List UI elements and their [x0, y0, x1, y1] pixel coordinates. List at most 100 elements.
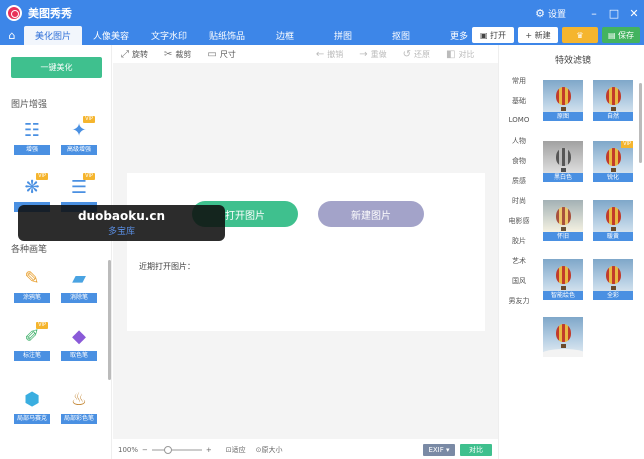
category-lomo[interactable]: LOMO: [508, 116, 530, 124]
original-size-button[interactable]: ⊙原大小: [256, 445, 283, 455]
color-picker-icon: ◆: [72, 325, 86, 347]
compare-button[interactable]: 对比: [460, 444, 492, 456]
home-icon[interactable]: ⌂: [0, 26, 24, 45]
zoom-out-button[interactable]: −: [142, 446, 148, 454]
vip-badge: VIP: [621, 141, 633, 148]
crop-icon: ✂: [164, 48, 173, 60]
section-image-enhance: 图片增强: [11, 100, 48, 110]
save-button[interactable]: ▤ 保存: [602, 27, 640, 43]
category-food[interactable]: 食物: [508, 156, 530, 166]
tool-marker-pen[interactable]: ✐ VIP 标注笔: [14, 321, 50, 361]
category-national-style[interactable]: 国风: [508, 276, 530, 286]
sliders-icon: ☷: [23, 119, 41, 141]
rotate-button[interactable]: ⤢ 旋转: [121, 49, 148, 60]
left-scrollbar[interactable]: [108, 260, 111, 380]
filter-thumb[interactable]: 黑白色: [543, 141, 583, 189]
filter-thumb[interactable]: 怀旧: [543, 200, 583, 248]
new-image-button[interactable]: 新建图片: [318, 201, 424, 227]
image-icon: ▣: [479, 30, 491, 40]
nav-bar: ⌂ 美化图片 人像美容 文字水印 贴纸饰品 边框 拼图 抠图 更多 ▣ 打开 +…: [0, 26, 644, 45]
close-button[interactable]: ✕: [624, 7, 644, 20]
tab-cutout[interactable]: 抠图: [372, 26, 430, 45]
tab-portrait[interactable]: 人像美容: [82, 26, 140, 45]
zoom-in-button[interactable]: +: [206, 446, 212, 454]
tool-enhance[interactable]: ☷ 增强: [14, 115, 50, 155]
tab-text-watermark[interactable]: 文字水印: [140, 26, 198, 45]
compare-icon: ◧: [446, 48, 456, 60]
magic-wand-icon: ✦ VIP: [71, 116, 95, 141]
zoom-knob[interactable]: [163, 446, 172, 454]
filter-panel-title: 特效滤镜: [555, 56, 592, 66]
zoom-level: 100%: [118, 446, 139, 454]
mosaic-icon: ⬢: [24, 388, 40, 410]
recent-images-label: 近期打开图片：: [139, 262, 195, 271]
compare-toolbar-button[interactable]: ◧ 对比: [446, 49, 474, 60]
filter-preview-image: [543, 317, 583, 357]
left-panel: 一键美化 图片增强 ☷ 增强 ✦ VIP 高级增强 ❋ VIP ☰ VIP 各种画笔 …: [0, 45, 112, 459]
minimize-button[interactable]: –: [584, 7, 604, 20]
watermark-line2: 多宝库: [107, 227, 135, 237]
crown-icon: ♛: [576, 30, 584, 40]
tab-frames[interactable]: 边框: [256, 26, 314, 45]
tab-stickers[interactable]: 贴纸饰品: [198, 26, 256, 45]
filter-thumb[interactable]: 全彩: [593, 259, 633, 307]
gear-icon: ⚙: [535, 6, 545, 20]
category-people[interactable]: 人物: [508, 136, 530, 146]
tool-local-color-pen[interactable]: ♨ 局部彩色笔: [61, 384, 97, 424]
tool-advanced-enhance[interactable]: ✦ VIP 高级增强: [61, 115, 97, 155]
status-bar: 100% − + ⊡适应 ⊙原大小 EXIF ▾ 对比: [113, 441, 498, 459]
new-button[interactable]: + 新建: [518, 27, 558, 43]
filter-thumb[interactable]: 暖黄: [593, 200, 633, 248]
rotate-icon: ⤢: [121, 48, 129, 60]
reset-icon: ↺: [402, 48, 412, 60]
filter-thumb[interactable]: 自然: [593, 80, 633, 128]
category-common[interactable]: 常用: [508, 76, 530, 86]
tool-doodle-pen[interactable]: ✎ 涂鸦笔: [14, 263, 50, 303]
exif-button[interactable]: EXIF ▾: [423, 444, 455, 456]
settings-label: 设置: [547, 9, 566, 20]
category-film[interactable]: 胶片: [508, 236, 530, 246]
fit-button[interactable]: ⊡适应: [226, 445, 246, 455]
undo-button[interactable]: ← 撤销: [316, 49, 343, 60]
tool-local-mosaic[interactable]: ⬢ 局部马赛克: [14, 384, 50, 424]
watermark-overlay: duobaoku.cn 多宝库: [18, 205, 225, 241]
app-title: 美图秀秀: [28, 7, 72, 20]
tool-eraser-pen[interactable]: ▰ 消除笔: [61, 263, 97, 303]
vip-button[interactable]: ♛: [562, 27, 598, 43]
tab-collage[interactable]: 拼图: [314, 26, 372, 45]
one-click-beautify-button[interactable]: 一键美化: [11, 57, 102, 78]
resize-icon: ▭: [207, 48, 217, 60]
category-boyfriend[interactable]: 男友力: [508, 296, 530, 306]
redo-icon: →: [359, 48, 368, 60]
canvas-area: 打开图片 新建图片 近期打开图片：: [113, 63, 498, 439]
brush-icon: ♨: [70, 388, 88, 410]
zoom-slider[interactable]: [151, 446, 202, 454]
filter-thumb[interactable]: 原图: [543, 80, 583, 128]
undo-icon: ←: [315, 48, 325, 60]
start-card: 打开图片 新建图片 近期打开图片：: [127, 173, 485, 331]
tool-color-picker[interactable]: ◆ 取色笔: [61, 321, 97, 361]
title-bar: 美图秀秀 ⚙ 设置 – □ ✕: [0, 0, 644, 26]
filter-thumb[interactable]: [543, 317, 583, 365]
size-button[interactable]: ▭ 尺寸: [207, 49, 235, 60]
category-basic[interactable]: 基础: [508, 96, 530, 106]
open-button[interactable]: ▣ 打开: [472, 27, 514, 43]
maximize-button[interactable]: □: [604, 7, 624, 20]
right-scrollbar[interactable]: [639, 83, 642, 163]
reset-button[interactable]: ↺ 还原: [403, 49, 430, 60]
plus-icon: +: [525, 30, 535, 40]
app-logo-icon: [6, 5, 22, 21]
category-fashion[interactable]: 时尚: [508, 196, 530, 206]
sparkle-icon: ❋ VIP: [24, 173, 48, 198]
crop-button[interactable]: ✂ 裁剪: [164, 49, 191, 60]
right-panel: 特效滤镜 常用 基础 LOMO 人物 食物 质感 时尚 电影感 胶片 艺术 国风…: [498, 45, 644, 459]
category-texture[interactable]: 质感: [508, 176, 530, 186]
tab-beautify[interactable]: 美化图片: [24, 26, 82, 45]
category-film-sense[interactable]: 电影感: [508, 216, 530, 226]
filter-thumb[interactable]: 智能绘色: [543, 259, 583, 307]
settings-button[interactable]: ⚙ 设置: [535, 7, 566, 20]
filter-thumb[interactable]: 锐化 VIP: [593, 141, 633, 189]
marker-icon: ✐ VIP: [24, 322, 48, 347]
redo-button[interactable]: → 重做: [359, 49, 386, 60]
category-art[interactable]: 艺术: [508, 256, 530, 266]
